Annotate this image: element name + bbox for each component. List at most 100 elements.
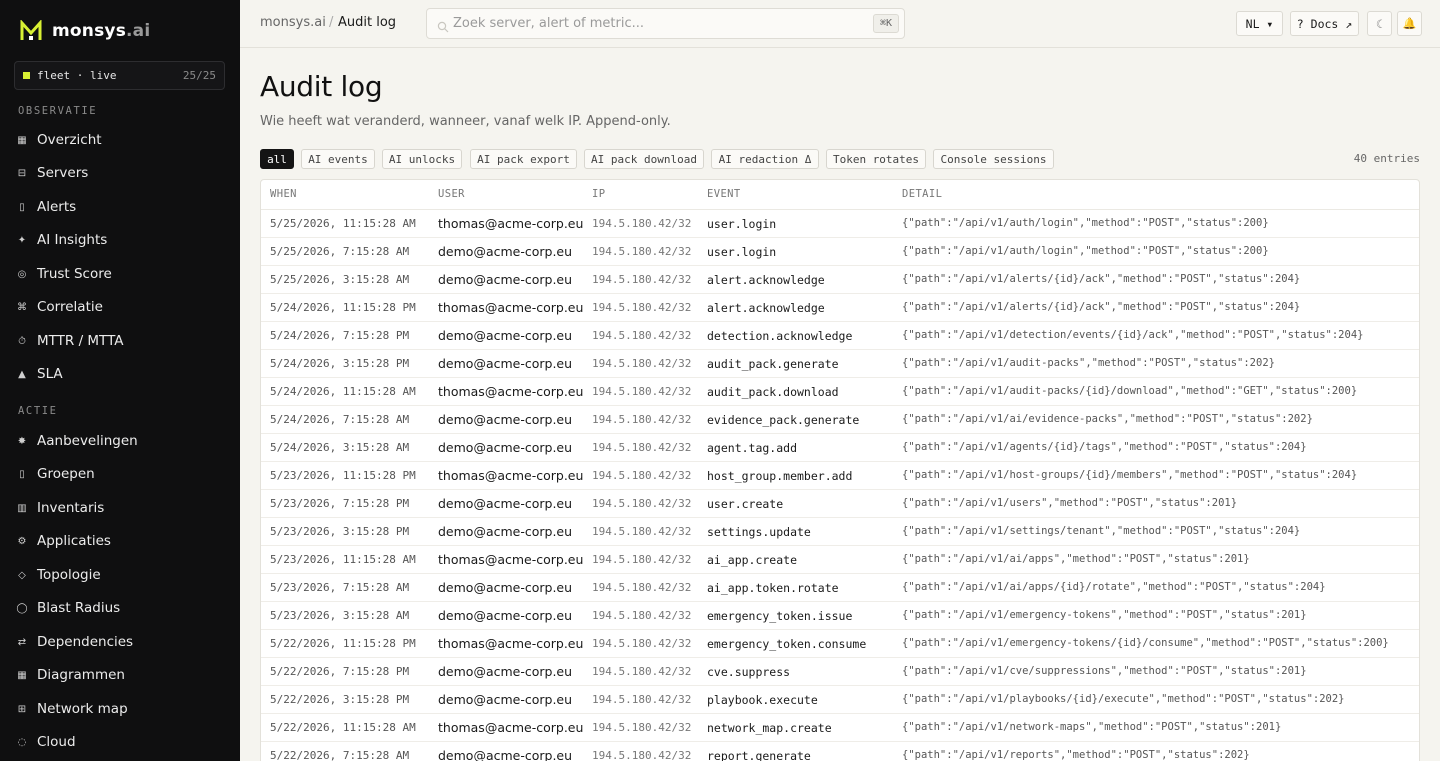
cell-user: thomas@acme-corp.eu bbox=[438, 636, 584, 651]
cell-when: 5/22/2026, 7:15:28 PM bbox=[270, 665, 410, 678]
sidebar-item-label: MTTR / MTTA bbox=[37, 333, 124, 349]
table-row[interactable]: 5/24/2026, 3:15:28 PM demo@acme-corp.eu 19… bbox=[261, 350, 1419, 378]
cell-ip: 194.5.180.42/32 bbox=[592, 525, 692, 538]
sidebar-item-alerts[interactable]: ▯ Alerts bbox=[14, 193, 226, 221]
cell-user: thomas@acme-corp.eu bbox=[438, 384, 584, 399]
notifications-bell-icon[interactable]: 🔔 bbox=[1397, 11, 1422, 36]
table-row[interactable]: 5/23/2026, 3:15:28 PM demo@acme-corp.eu 19… bbox=[261, 518, 1419, 546]
cell-when: 5/22/2026, 3:15:28 PM bbox=[270, 693, 410, 706]
cell-detail: {"path":"/api/v1/emergency-tokens","meth… bbox=[902, 609, 1307, 621]
cell-ip: 194.5.180.42/32 bbox=[592, 357, 692, 370]
cell-detail: {"path":"/api/v1/ai/apps","method":"POST… bbox=[902, 553, 1250, 565]
theme-toggle-icon[interactable]: ☾ bbox=[1367, 11, 1392, 36]
filter-chip-console-sessions[interactable]: Console sessions bbox=[933, 149, 1054, 169]
cell-detail: {"path":"/api/v1/host-groups/{id}/member… bbox=[902, 469, 1358, 481]
table-row[interactable]: 5/23/2026, 3:15:28 AM demo@acme-corp.eu 19… bbox=[261, 602, 1419, 630]
sidebar-item-correlatie[interactable]: ⌘ Correlatie bbox=[14, 293, 226, 321]
cell-when: 5/24/2026, 7:15:28 PM bbox=[270, 329, 410, 342]
table-row[interactable]: 5/22/2026, 7:15:28 PM demo@acme-corp.eu 19… bbox=[261, 658, 1419, 686]
table-row[interactable]: 5/23/2026, 11:15:28 AM thomas@acme-corp.e… bbox=[261, 546, 1419, 574]
fleet-label: fleet · live bbox=[37, 69, 117, 82]
sidebar-item-cloud[interactable]: ◌ Cloud bbox=[14, 728, 226, 756]
sidebar-item-sla[interactable]: ▲ SLA bbox=[14, 360, 226, 388]
sidebar-item-mttr-mtta[interactable]: ⏱ MTTR / MTTA bbox=[14, 327, 226, 355]
table-row[interactable]: 5/24/2026, 3:15:28 AM demo@acme-corp.eu 19… bbox=[261, 434, 1419, 462]
cell-user: demo@acme-corp.eu bbox=[438, 244, 573, 259]
table-row[interactable]: 5/23/2026, 11:15:28 PM thomas@acme-corp.e… bbox=[261, 462, 1419, 490]
sidebar-item-servers[interactable]: ⊟ Servers bbox=[14, 159, 226, 187]
cell-ip: 194.5.180.42/32 bbox=[592, 581, 692, 594]
search-icon bbox=[437, 18, 449, 33]
network-icon: ⊞ bbox=[17, 703, 27, 715]
filter-chip-token-rotates[interactable]: Token rotates bbox=[826, 149, 926, 169]
cell-user: demo@acme-corp.eu bbox=[438, 356, 573, 371]
brand[interactable]: monsys.ai bbox=[0, 0, 240, 62]
column-header-detail[interactable]: DETAIL bbox=[902, 188, 942, 200]
arrows-icon: ⇄ bbox=[17, 636, 27, 648]
cell-user: thomas@acme-corp.eu bbox=[438, 468, 584, 483]
cell-ip: 194.5.180.42/32 bbox=[592, 273, 692, 286]
sidebar-item-topologie[interactable]: ◇ Topologie bbox=[14, 561, 226, 589]
table-row[interactable]: 5/24/2026, 7:15:28 AM demo@acme-corp.eu 19… bbox=[261, 406, 1419, 434]
search-shortcut: ⌘K bbox=[872, 14, 899, 33]
grid-icon: ▦ bbox=[17, 134, 27, 146]
table-row[interactable]: 5/22/2026, 3:15:28 PM demo@acme-corp.eu 19… bbox=[261, 686, 1419, 714]
sidebar-item-overzicht[interactable]: ▦ Overzicht bbox=[14, 126, 226, 154]
docs-button[interactable]: ? Docs ↗ bbox=[1290, 11, 1359, 36]
sidebar-item-aanbevelingen[interactable]: ✸ Aanbevelingen bbox=[14, 427, 226, 455]
cell-ip: 194.5.180.42/32 bbox=[592, 497, 692, 510]
table-row[interactable]: 5/25/2026, 3:15:28 AM demo@acme-corp.eu 19… bbox=[261, 266, 1419, 294]
table-row[interactable]: 5/22/2026, 7:15:28 AM demo@acme-corp.eu 19… bbox=[261, 742, 1419, 761]
filter-chip-ai-pack-download[interactable]: AI pack download bbox=[584, 149, 704, 169]
search-input[interactable] bbox=[453, 9, 863, 38]
table-row[interactable]: 5/25/2026, 11:15:28 AM thomas@acme-corp.e… bbox=[261, 210, 1419, 238]
cell-event: host_group.member.add bbox=[707, 469, 853, 483]
cell-detail: {"path":"/api/v1/ai/evidence-packs","met… bbox=[902, 413, 1313, 425]
table-header: WHEN USER IP EVENT DETAIL bbox=[261, 180, 1419, 210]
cell-user: demo@acme-corp.eu bbox=[438, 748, 573, 761]
cell-detail: {"path":"/api/v1/detection/events/{id}/a… bbox=[902, 329, 1364, 341]
table-row[interactable]: 5/24/2026, 11:15:28 PM thomas@acme-corp.e… bbox=[261, 294, 1419, 322]
filter-chip-ai-pack-export[interactable]: AI pack export bbox=[470, 149, 577, 169]
sidebar-item-trust-score[interactable]: ◎ Trust Score bbox=[14, 260, 226, 288]
breadcrumb-root[interactable]: monsys.ai bbox=[260, 15, 326, 30]
table-row[interactable]: 5/24/2026, 11:15:28 AM thomas@acme-corp.e… bbox=[261, 378, 1419, 406]
language-select[interactable]: NL ▾ bbox=[1236, 11, 1283, 36]
sidebar-item-inventaris[interactable]: ▥ Inventaris bbox=[14, 494, 226, 522]
sidebar-item-dependencies[interactable]: ⇄ Dependencies bbox=[14, 628, 226, 656]
column-header-user[interactable]: USER bbox=[438, 188, 465, 200]
table-row[interactable]: 5/24/2026, 7:15:28 PM demo@acme-corp.eu 19… bbox=[261, 322, 1419, 350]
table-row[interactable]: 5/22/2026, 11:15:28 AM thomas@acme-corp.e… bbox=[261, 714, 1419, 742]
cell-event: report.generate bbox=[707, 749, 811, 761]
table-row[interactable]: 5/23/2026, 7:15:28 PM demo@acme-corp.eu 19… bbox=[261, 490, 1419, 518]
search-box[interactable]: ⌘K bbox=[426, 8, 905, 39]
cell-when: 5/24/2026, 3:15:28 PM bbox=[270, 357, 410, 370]
table-row[interactable]: 5/23/2026, 7:15:28 AM demo@acme-corp.eu 19… bbox=[261, 574, 1419, 602]
cell-event: ai_app.token.rotate bbox=[707, 581, 839, 595]
sidebar-item-applicaties[interactable]: ⚙ Applicaties bbox=[14, 527, 226, 555]
sidebar-item-label: Topologie bbox=[37, 567, 101, 583]
filter-chip-ai-events[interactable]: AI events bbox=[301, 149, 375, 169]
column-header-event[interactable]: EVENT bbox=[707, 188, 741, 200]
sidebar-item-blast-radius[interactable]: ◯ Blast Radius bbox=[14, 594, 226, 622]
cell-detail: {"path":"/api/v1/ai/apps/{id}/rotate","m… bbox=[902, 581, 1326, 593]
circle-icon: ◯ bbox=[16, 602, 28, 614]
sidebar-item-diagrammen[interactable]: ▦ Diagrammen bbox=[14, 661, 226, 689]
column-header-when[interactable]: WHEN bbox=[270, 188, 297, 200]
filter-chip-all[interactable]: all bbox=[260, 149, 294, 169]
entries-count: 40 entries bbox=[1353, 152, 1420, 165]
cell-ip: 194.5.180.42/32 bbox=[592, 665, 692, 678]
filter-chip-ai-redaction-delta[interactable]: AI redaction Δ bbox=[711, 149, 819, 169]
column-header-ip[interactable]: IP bbox=[592, 188, 605, 200]
table-row[interactable]: 5/25/2026, 7:15:28 AM demo@acme-corp.eu 19… bbox=[261, 238, 1419, 266]
sidebar-item-label: Servers bbox=[37, 165, 89, 181]
table-icon: ▦ bbox=[17, 669, 27, 681]
table-row[interactable]: 5/22/2026, 11:15:28 PM thomas@acme-corp.e… bbox=[261, 630, 1419, 658]
fleet-status[interactable]: fleet · live 25/25 bbox=[14, 61, 225, 90]
sidebar-item-groepen[interactable]: ▯ Groepen bbox=[14, 460, 226, 488]
sidebar-item-ai-insights[interactable]: ✦ AI Insights bbox=[14, 226, 226, 254]
sidebar-item-network-map[interactable]: ⊞ Network map bbox=[14, 695, 226, 723]
fleet-count: 25/25 bbox=[182, 69, 216, 82]
cell-when: 5/22/2026, 11:15:28 AM bbox=[270, 721, 416, 734]
filter-chip-ai-unlocks[interactable]: AI unlocks bbox=[382, 149, 462, 169]
